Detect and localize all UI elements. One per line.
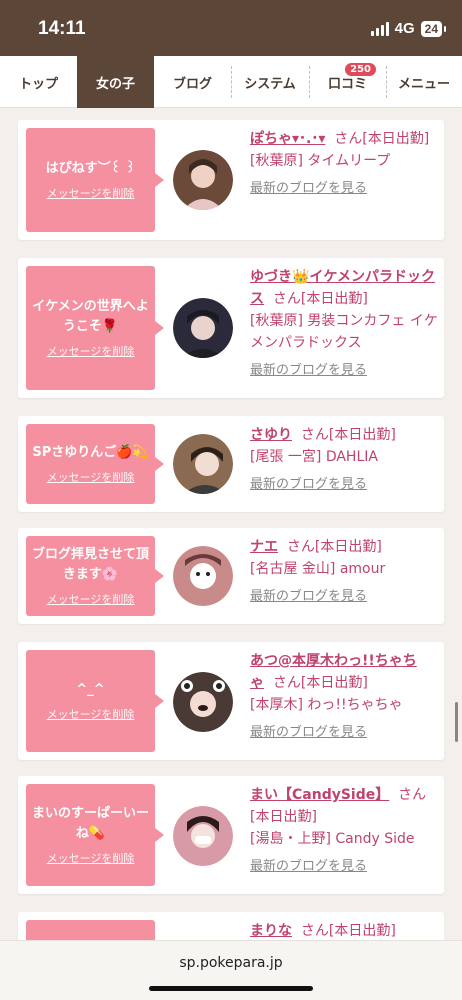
girl-name-link[interactable]: さゆり bbox=[250, 427, 292, 443]
message-bubble: ^_^ メッセージを削除 bbox=[26, 650, 164, 752]
message-text: ブログ拝見させて頂きます🌸 bbox=[31, 547, 149, 582]
tab-label: ブログ bbox=[172, 76, 212, 92]
battery-icon: 24 bbox=[420, 20, 447, 37]
browser-url-bar[interactable]: sp.pokepara.jp bbox=[0, 940, 462, 1000]
delete-message-link[interactable]: メッセージを削除 bbox=[47, 591, 135, 607]
status-time: 14:11 bbox=[38, 18, 86, 39]
avatar[interactable] bbox=[173, 546, 233, 606]
list-item: SPさゆりんご🍎💫 メッセージを削除 さゆり さん[本日出勤] [尾張 一宮] … bbox=[18, 416, 444, 512]
attendance-status: [本日出勤] bbox=[328, 923, 396, 939]
status-bar: 14:11 4G 24 bbox=[0, 0, 462, 56]
latest-blog-link[interactable]: 最新のブログを見る bbox=[250, 586, 438, 608]
honorific: さん bbox=[300, 427, 329, 443]
honorific: さん bbox=[300, 923, 329, 939]
latest-blog-link[interactable]: 最新のブログを見る bbox=[250, 474, 438, 496]
list-item: イケメンの世界へようこそ🌹 メッセージを削除 ゆづき👑イケメンパラドックス さん… bbox=[18, 258, 444, 398]
attendance-status: [本日出勤] bbox=[250, 809, 317, 825]
attendance-status: [本日出勤] bbox=[328, 427, 396, 443]
girl-info: ぽちゃ▾･.･▾ さん[本日出勤] [秋葉原] タイムリープ 最新のブログを見る bbox=[250, 128, 438, 200]
tab-reviews[interactable]: 口コミ 250 bbox=[309, 56, 386, 108]
home-indicator[interactable] bbox=[149, 986, 313, 991]
list-item: ブログ拝見させて頂きます🌸 メッセージを削除 ナエ さん[本日出勤] [名古屋 … bbox=[18, 528, 444, 624]
girl-info: まい【CandySide】 さん [本日出勤] [湯島・上野] Candy Sid… bbox=[250, 784, 438, 878]
girl-info: ナエ さん[本日出勤] [名古屋 金山] amour 最新のブログを見る bbox=[250, 536, 438, 608]
tab-label: トップ bbox=[18, 76, 58, 92]
delete-message-link[interactable]: メッセージを削除 bbox=[47, 343, 135, 359]
avatar[interactable] bbox=[173, 150, 233, 210]
tab-top[interactable]: トップ bbox=[0, 56, 77, 108]
attendance-status: [本日出勤] bbox=[362, 131, 430, 147]
network-type: 4G bbox=[394, 20, 415, 37]
tab-menu[interactable]: メニュー bbox=[386, 56, 462, 108]
girl-name-link[interactable]: ナエ bbox=[250, 539, 278, 555]
scroll-indicator[interactable] bbox=[455, 702, 458, 742]
girl-name-link[interactable]: ぽちゃ▾･.･▾ bbox=[250, 131, 325, 147]
honorific: さん bbox=[334, 131, 363, 147]
latest-blog-link[interactable]: 最新のブログを見る bbox=[250, 178, 438, 200]
tab-system[interactable]: システム bbox=[231, 56, 309, 108]
latest-blog-link[interactable]: 最新のブログを見る bbox=[250, 856, 438, 878]
tab-blog[interactable]: ブログ bbox=[154, 56, 231, 108]
message-text: はぴねす︶꒰ ꒱ bbox=[45, 161, 136, 176]
girl-info: あつ@本厚木わっ!!ちゃちゃ さん[本日出勤] [本厚木] わっ!!ちゃちゃ 最… bbox=[250, 650, 438, 744]
honorific: さん bbox=[272, 291, 301, 307]
list-item: まいのすーぱーいーね💊 メッセージを削除 まい【CandySide】 さん [本日… bbox=[18, 776, 444, 894]
honorific: さん bbox=[286, 539, 315, 555]
url-domain[interactable]: sp.pokepara.jp bbox=[0, 955, 462, 971]
honorific: さん bbox=[398, 787, 427, 803]
message-bubble: まいのすーぱーいーね💊 メッセージを削除 bbox=[26, 784, 164, 886]
girl-info: ゆづき👑イケメンパラドックス さん[本日出勤] [秋葉原] 男装コンカフェ イケ… bbox=[250, 266, 438, 382]
shop-name: [尾張 一宮] DAHLIA bbox=[250, 449, 378, 465]
attendance-status: [本日出勤] bbox=[314, 539, 382, 555]
list-item: ^_^ メッセージを削除 あつ@本厚木わっ!!ちゃちゃ さん[本日出勤] [本厚… bbox=[18, 642, 444, 760]
shop-name: [本厚木] わっ!!ちゃちゃ bbox=[250, 697, 403, 713]
message-bubble: SPさゆりんご🍎💫 メッセージを削除 bbox=[26, 424, 164, 504]
message-bubble: はぴねす︶꒰ ꒱ メッセージを削除 bbox=[26, 128, 164, 232]
message-text: イケメンの世界へようこそ🌹 bbox=[32, 299, 149, 334]
message-bubble: イケメンの世界へようこそ🌹 メッセージを削除 bbox=[26, 266, 164, 390]
tab-label: 女の子 bbox=[95, 76, 135, 92]
delete-message-link[interactable]: メッセージを削除 bbox=[47, 850, 135, 866]
delete-message-link[interactable]: メッセージを削除 bbox=[47, 469, 135, 485]
avatar[interactable] bbox=[173, 672, 233, 732]
signal-icon bbox=[370, 21, 389, 36]
shop-name: [名古屋 金山] amour bbox=[250, 561, 386, 577]
shop-name: [秋葉原] 男装コンカフェ イケメンパラドックス bbox=[250, 313, 438, 351]
latest-blog-link[interactable]: 最新のブログを見る bbox=[250, 360, 438, 382]
shop-name: [湯島・上野] Candy Side bbox=[250, 831, 415, 847]
honorific: さん bbox=[272, 675, 301, 691]
message-text: まいのすーぱーいーね💊 bbox=[31, 806, 149, 841]
latest-blog-link[interactable]: 最新のブログを見る bbox=[250, 722, 438, 744]
message-bubble: ブログ拝見させて頂きます🌸 メッセージを削除 bbox=[26, 536, 164, 616]
avatar[interactable] bbox=[173, 434, 233, 494]
girl-name-link[interactable]: まりな bbox=[250, 923, 292, 939]
message-text: SPさゆりんご🍎💫 bbox=[32, 445, 149, 460]
delete-message-link[interactable]: メッセージを削除 bbox=[47, 185, 135, 201]
tab-label: システム bbox=[244, 76, 296, 92]
attendance-status: [本日出勤] bbox=[300, 675, 368, 691]
girl-info: まりな さん[本日出勤] bbox=[250, 920, 438, 942]
delete-message-link[interactable]: メッセージを削除 bbox=[47, 706, 135, 722]
avatar[interactable] bbox=[173, 806, 233, 866]
girl-info: さゆり さん[本日出勤] [尾張 一宮] DAHLIA 最新のブログを見る bbox=[250, 424, 438, 496]
girl-name-link[interactable]: まい【CandySide】 bbox=[250, 787, 389, 803]
reviews-count-badge: 250 bbox=[345, 63, 376, 76]
avatar[interactable] bbox=[173, 298, 233, 358]
list-item: はぴねす︶꒰ ꒱ メッセージを削除 ぽちゃ▾･.･▾ さん[本日出勤] [秋葉原… bbox=[18, 120, 444, 240]
shop-name: [秋葉原] タイムリープ bbox=[250, 153, 391, 169]
attendance-status: [本日出勤] bbox=[300, 291, 368, 307]
main-nav: トップ 女の子 ブログ システム 口コミ 250 メニュー bbox=[0, 56, 462, 108]
tab-label: メニュー bbox=[397, 76, 450, 92]
status-icons: 4G 24 bbox=[370, 20, 447, 37]
message-text: ^_^ bbox=[76, 682, 105, 697]
tab-girls[interactable]: 女の子 bbox=[77, 56, 154, 108]
